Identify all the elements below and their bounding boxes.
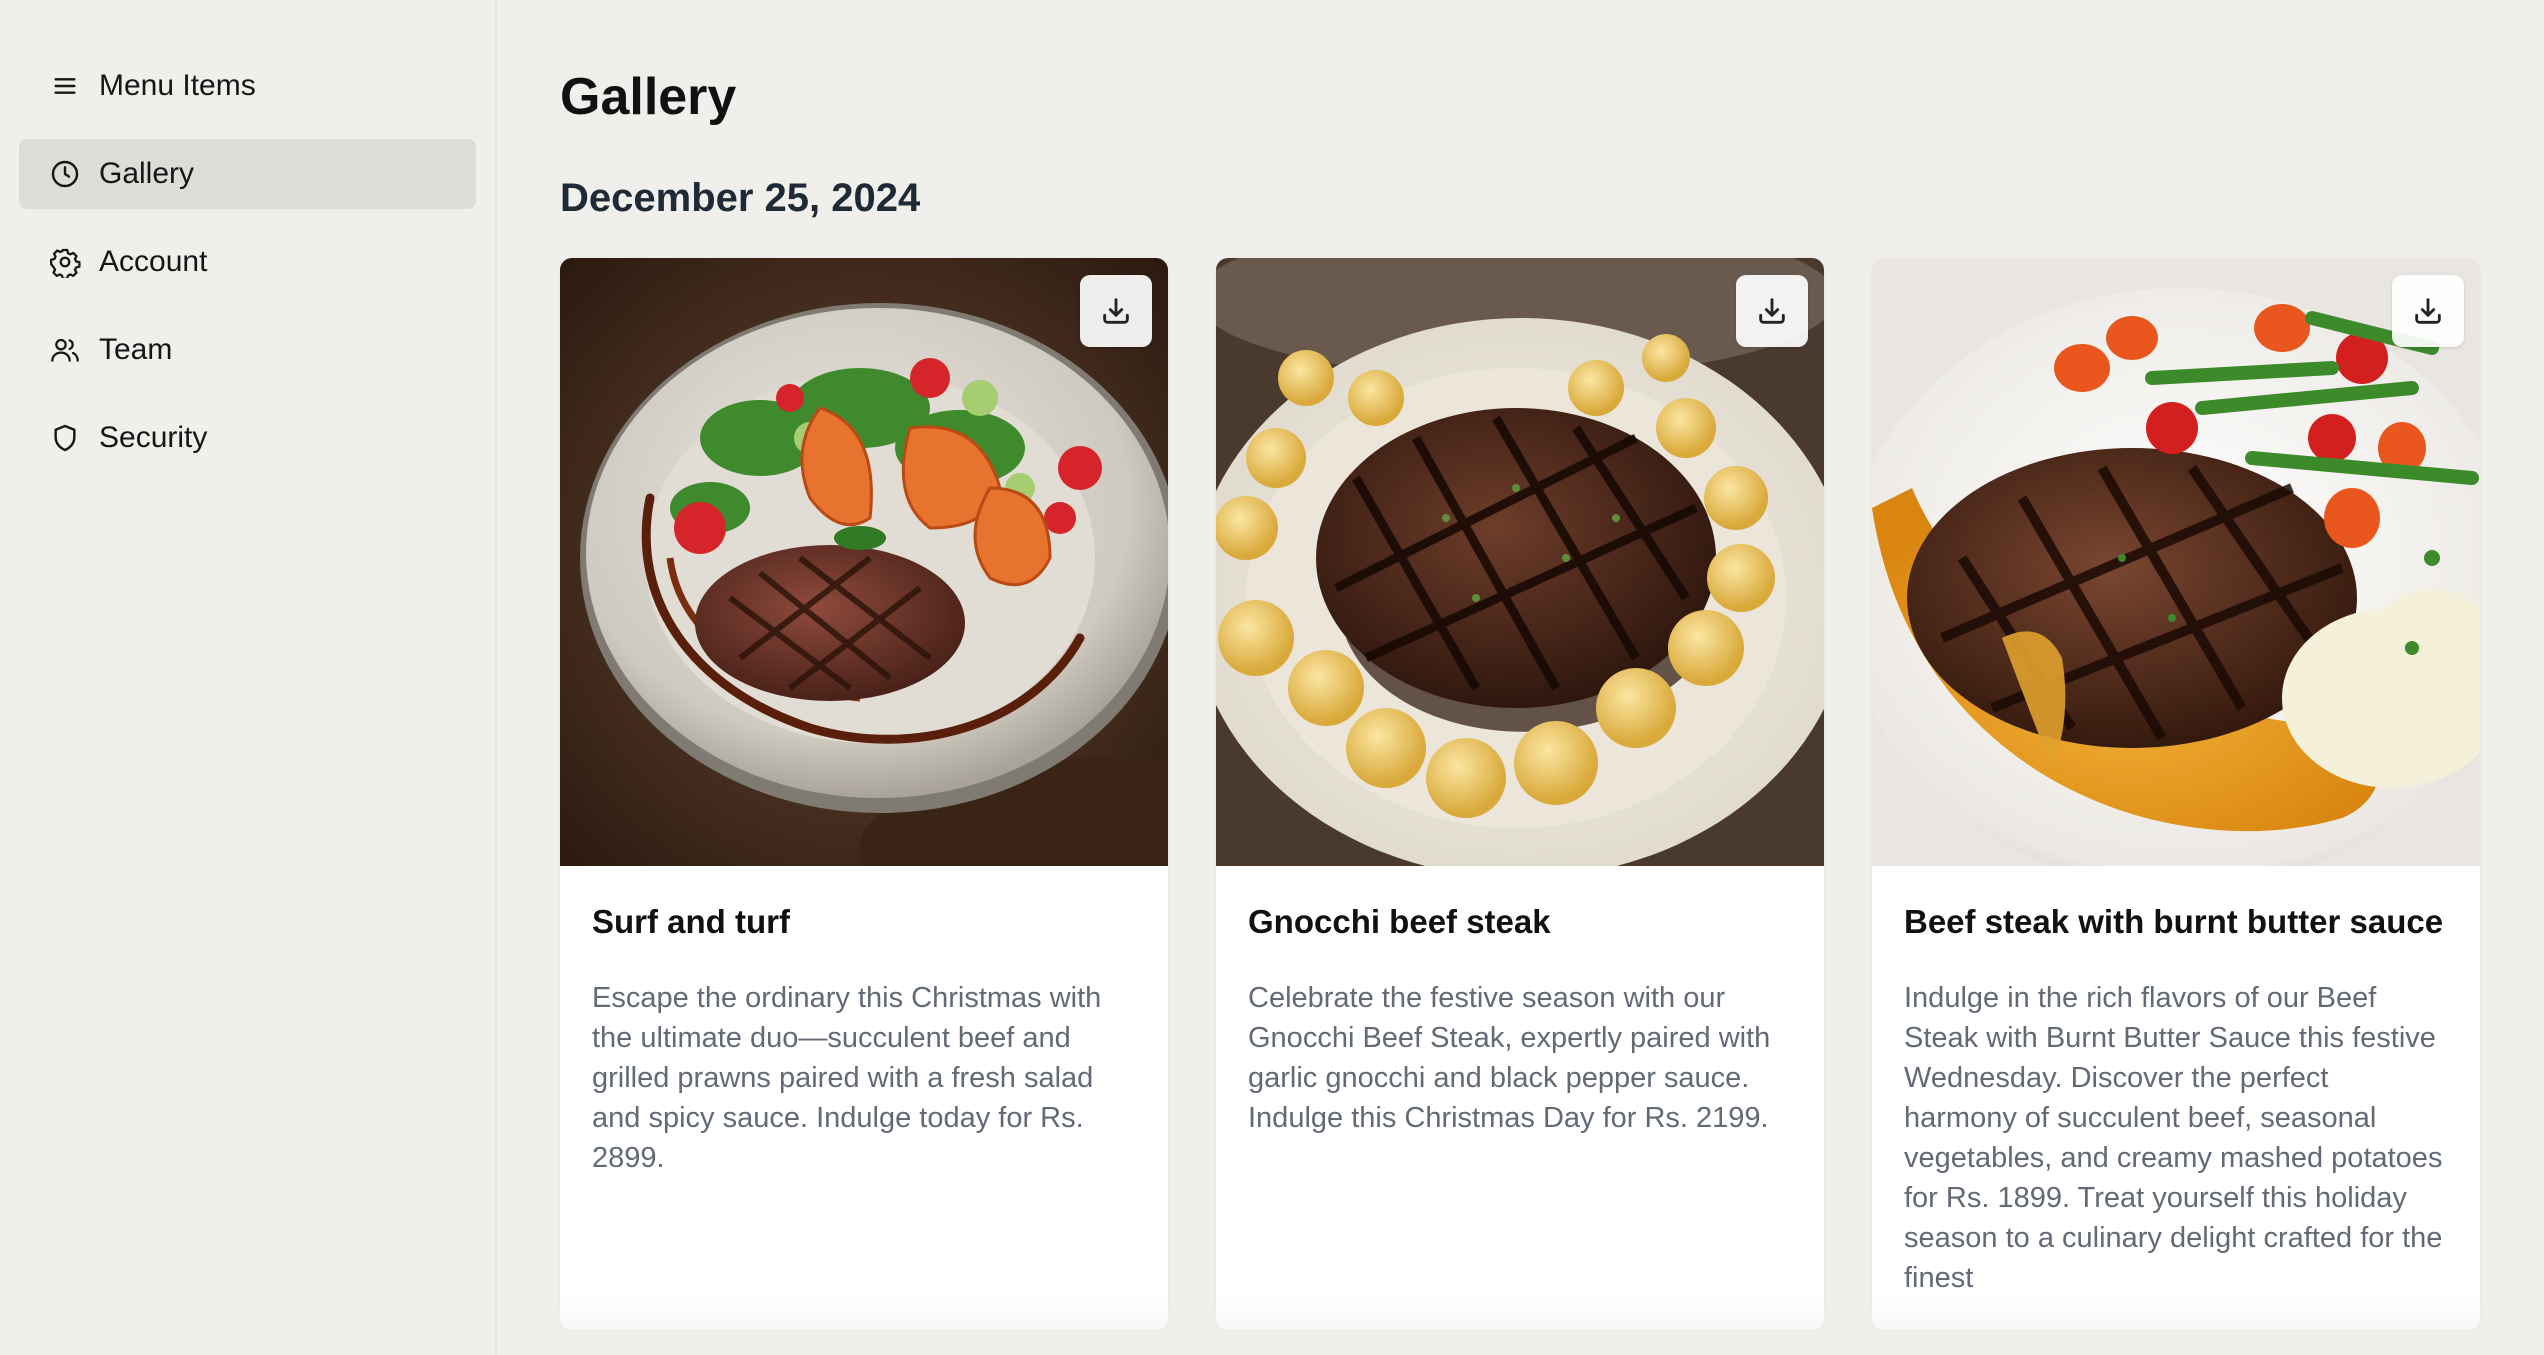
card-title: Gnocchi beef steak — [1248, 903, 1551, 940]
sidebar-item-gallery[interactable]: Gallery — [19, 139, 476, 209]
card-title: Beef steak with burnt butter sauce — [1904, 903, 2444, 940]
gallery-card: Surf and turf Escape the ordinary this C… — [560, 258, 1168, 1330]
download-icon — [2415, 298, 2441, 324]
download-icon — [1759, 298, 1785, 324]
sidebar-item-team[interactable]: Team — [19, 315, 476, 385]
download-button[interactable] — [2392, 275, 2464, 347]
main-content: Gallery December 25, 2024 Surf and turf … — [497, 0, 2544, 1355]
clock-icon — [49, 158, 81, 190]
download-button[interactable] — [1736, 275, 1808, 347]
card-description: Escape the ordinary this Christmas with … — [592, 982, 1102, 1174]
gallery-card: Gnocchi beef steak Celebrate the festive… — [1216, 258, 1824, 1330]
sidebar-item-account[interactable]: Account — [19, 227, 476, 297]
page-title: Gallery — [560, 68, 737, 126]
sidebar-item-label: Team — [99, 333, 173, 366]
sidebar: Menu Items Gallery Account Team Security — [0, 0, 497, 1355]
card-description: Indulge in the rich flavors of our Beef … — [1904, 982, 2443, 1294]
download-icon — [1103, 298, 1129, 324]
sidebar-item-label: Menu Items — [99, 69, 256, 102]
card-title: Surf and turf — [592, 903, 790, 940]
app-root: Menu Items Gallery Account Team Security — [0, 0, 2544, 1355]
sidebar-item-menu-items[interactable]: Menu Items — [19, 51, 476, 121]
users-icon — [49, 334, 81, 366]
sidebar-item-label: Gallery — [99, 157, 195, 190]
download-button[interactable] — [1080, 275, 1152, 347]
menu-icon — [49, 70, 81, 102]
butter-steak-photo — [1872, 258, 2480, 866]
gnocchi-steak-photo — [1216, 258, 1824, 866]
card-description: Celebrate the festive season with our Gn… — [1248, 982, 1771, 1134]
sidebar-item-label: Account — [99, 245, 208, 278]
sidebar-item-security[interactable]: Security — [19, 403, 476, 473]
surf-and-turf-photo — [560, 258, 1168, 866]
date-heading: December 25, 2024 — [560, 176, 921, 220]
gear-icon — [49, 246, 81, 278]
shield-icon — [49, 422, 81, 454]
gallery-card: Beef steak with burnt butter sauce Indul… — [1872, 258, 2480, 1330]
sidebar-item-label: Security — [99, 421, 208, 454]
gallery-grid: Surf and turf Escape the ordinary this C… — [560, 258, 2544, 1330]
